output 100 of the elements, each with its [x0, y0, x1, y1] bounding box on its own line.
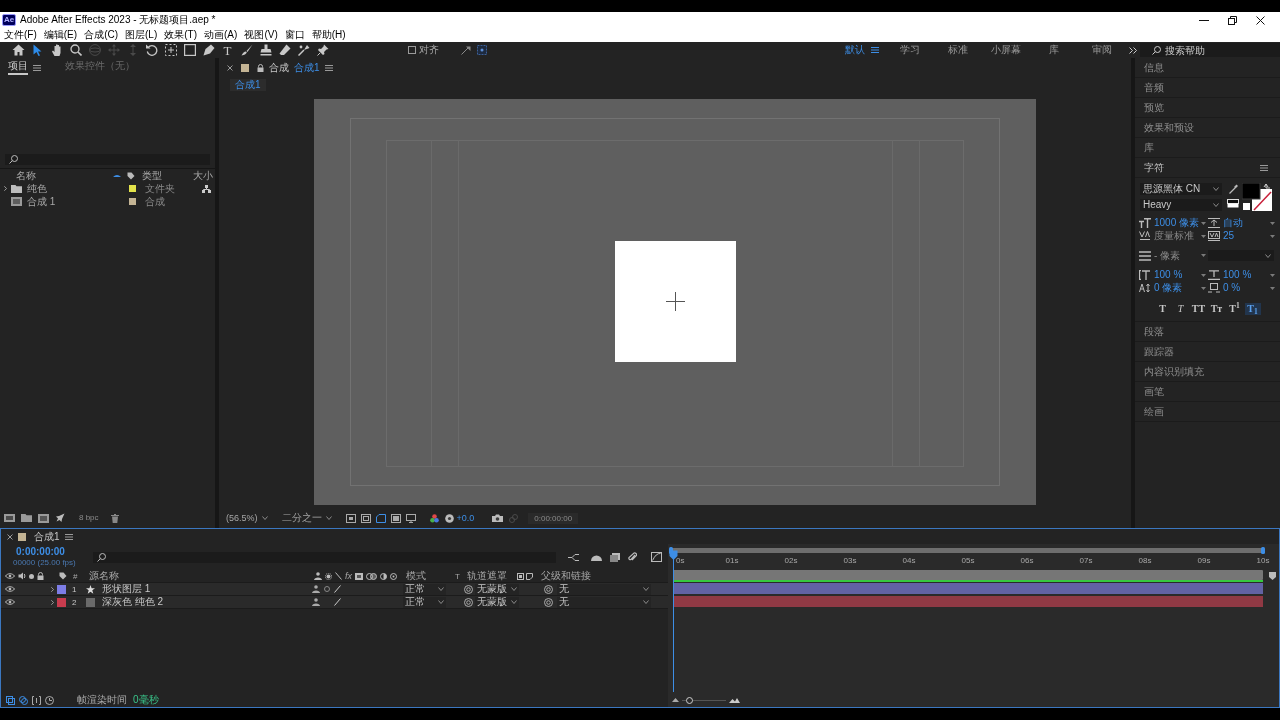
caret-icon[interactable]: [261, 516, 268, 520]
dashed-square-icon[interactable]: [164, 44, 177, 56]
workspace-tab[interactable]: 小屏幕: [991, 45, 1021, 55]
label-swatch-icon[interactable]: [57, 584, 66, 594]
monitor-icon[interactable]: [405, 513, 416, 523]
workspace-tab[interactable]: 默认: [845, 45, 865, 55]
menu-item[interactable]: 效果(T): [164, 30, 198, 40]
menu-item[interactable]: 窗口: [284, 30, 305, 40]
close-icon[interactable]: [1255, 15, 1265, 25]
layer-search-field[interactable]: [93, 551, 556, 563]
help-search-field[interactable]: 搜索帮助: [1140, 43, 1280, 57]
close-icon[interactable]: [7, 533, 13, 540]
panel-header[interactable]: 信息: [1135, 58, 1280, 78]
caret-icon[interactable]: [643, 587, 649, 591]
tsume-value[interactable]: 0 %: [1223, 283, 1241, 293]
bracket-icon[interactable]: [32, 695, 41, 705]
solo-dot-icon[interactable]: [29, 573, 34, 579]
sort-arrow-icon[interactable]: [113, 174, 121, 177]
caret-icon[interactable]: [1270, 286, 1275, 290]
baseline-shift-value[interactable]: 0 像素: [1154, 283, 1183, 293]
rectangle-icon[interactable]: [183, 44, 196, 56]
horizontal-scale-value[interactable]: 100 %: [1223, 270, 1252, 280]
vertical-scale-value[interactable]: 100 %: [1154, 270, 1183, 280]
leading-value[interactable]: 自动: [1223, 218, 1243, 228]
stacked-squares-icon[interactable]: [6, 695, 15, 705]
column-header[interactable]: 轨道遮罩: [467, 570, 507, 581]
timecode-field[interactable]: 0:00:00:00: [528, 512, 579, 524]
default-colors-icon[interactable]: [1227, 199, 1239, 208]
caret-icon[interactable]: [1201, 273, 1206, 277]
slider-thumb-icon[interactable]: [686, 696, 693, 704]
text-style-toggle[interactable]: T: [1154, 303, 1171, 315]
end-handle-icon[interactable]: [1269, 572, 1276, 580]
panel-header[interactable]: 画笔: [1135, 382, 1280, 402]
minimize-icon[interactable]: [1199, 19, 1209, 21]
mode-dropdown[interactable]: 正常: [403, 583, 446, 595]
menu-item[interactable]: 文件(F): [4, 30, 37, 40]
dome-icon[interactable]: [591, 553, 602, 561]
menu-item[interactable]: 合成(C): [84, 30, 118, 40]
menu-icon[interactable]: [1260, 164, 1268, 171]
stamp-icon[interactable]: [259, 44, 272, 56]
parent-dropdown[interactable]: 无: [557, 583, 651, 595]
text-style-toggle[interactable]: T: [1172, 303, 1189, 315]
restore-icon[interactable]: [1227, 15, 1237, 25]
eyedropper-icon[interactable]: [1228, 184, 1238, 194]
workspace-tab[interactable]: 学习: [900, 45, 920, 55]
caret-icon[interactable]: [1213, 187, 1219, 191]
color-dots-icon[interactable]: [429, 513, 439, 523]
mode-dropdown[interactable]: 正常: [403, 596, 446, 608]
panel-header[interactable]: 段落: [1135, 322, 1280, 342]
caret-icon[interactable]: [1265, 253, 1271, 258]
inset-square-icon[interactable]: [390, 513, 401, 523]
menu-item[interactable]: 图层(L): [125, 30, 158, 40]
framed-square-icon[interactable]: [345, 513, 356, 523]
menu-icon[interactable]: [33, 65, 41, 71]
fill-stroke-swatch-icon[interactable]: [1242, 183, 1272, 211]
snap-arrow-icon[interactable]: [461, 45, 471, 55]
composition-name-link[interactable]: 合成1: [294, 63, 320, 73]
text-style-toggle[interactable]: T$_{1}$: [1244, 303, 1261, 315]
menu-item[interactable]: 视图(V): [244, 30, 278, 40]
caret-icon[interactable]: [1270, 221, 1275, 225]
square-icon[interactable]: [517, 572, 524, 580]
panel-header[interactable]: 预览: [1135, 98, 1280, 118]
snap-label[interactable]: 对齐: [419, 45, 439, 55]
menu-icon[interactable]: [871, 47, 879, 53]
viewer-tab[interactable]: 合成1: [230, 79, 266, 91]
large-mountains-icon[interactable]: [729, 697, 740, 703]
menu-icon[interactable]: [324, 65, 333, 71]
person-icon[interactable]: [312, 598, 320, 606]
panel-header[interactable]: 音频: [1135, 78, 1280, 98]
speaker-icon[interactable]: [18, 572, 26, 580]
font-size-value[interactable]: 1000 像素: [1154, 218, 1200, 228]
eye-icon[interactable]: [5, 586, 15, 592]
caret-icon[interactable]: [1213, 203, 1219, 207]
caret-icon[interactable]: [511, 600, 517, 604]
branch-icon[interactable]: [568, 552, 579, 562]
project-item-name[interactable]: 合成 1: [27, 195, 56, 207]
camera-icon[interactable]: [492, 514, 504, 522]
column-header[interactable]: 名称: [16, 169, 36, 181]
half-circle-icon[interactable]: [380, 572, 387, 580]
stack-icon[interactable]: [610, 552, 620, 562]
layer-name[interactable]: 深灰色 纯色 2: [102, 596, 164, 607]
track-matte-dropdown[interactable]: 无蒙版: [475, 583, 519, 595]
tag-icon[interactable]: [59, 572, 67, 580]
caret-icon[interactable]: [325, 516, 332, 520]
panel-header[interactable]: 绘画: [1135, 402, 1280, 422]
current-time[interactable]: 0:00:00:00: [13, 547, 93, 557]
overlapping-circles-icon[interactable]: [19, 695, 28, 705]
font-style-dropdown[interactable]: Heavy: [1140, 199, 1222, 211]
tracking-value[interactable]: 25: [1223, 231, 1235, 241]
film-icon[interactable]: [4, 514, 15, 522]
text-style-toggle[interactable]: TT: [1190, 303, 1207, 315]
eye-icon[interactable]: [5, 573, 15, 579]
snap-checkbox[interactable]: [408, 46, 416, 54]
menu-item[interactable]: 帮助(H): [311, 30, 346, 40]
menu-item[interactable]: 编辑(E): [43, 30, 78, 40]
stroke-width-value[interactable]: - 像素: [1154, 250, 1181, 261]
workspace-tab[interactable]: 库: [1049, 45, 1059, 55]
workspace-tab[interactable]: 审阅: [1092, 45, 1112, 55]
panel-header[interactable]: 效果和预设: [1135, 118, 1280, 138]
double-circle-icon[interactable]: [366, 572, 377, 580]
